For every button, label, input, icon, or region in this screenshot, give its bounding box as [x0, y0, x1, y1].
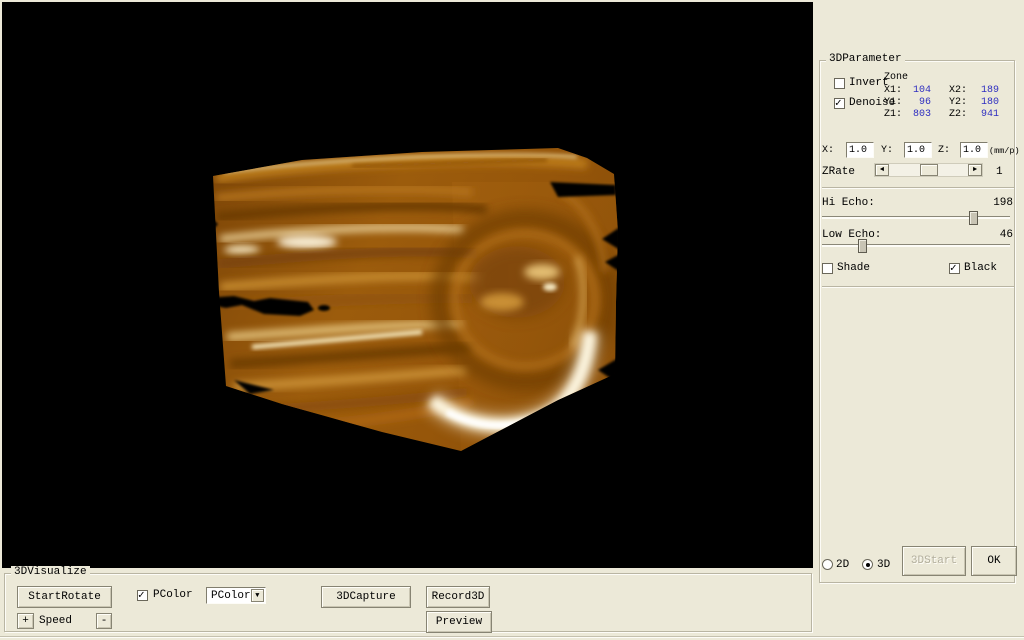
preview-button[interactable]: Preview: [426, 611, 492, 633]
dropdown-arrow-icon[interactable]: ▼: [251, 589, 264, 602]
low-echo-label: Low Echo:: [822, 229, 881, 241]
zrate-left-arrow-icon[interactable]: ◄: [875, 164, 889, 176]
3d-viewport[interactable]: [2, 2, 813, 568]
ultrasound-volume-render: [2, 2, 813, 568]
black-label: Black: [964, 262, 997, 274]
zone-x2-value: 189: [972, 85, 999, 96]
record3d-button[interactable]: Record3D: [426, 586, 490, 608]
zone-x1-value: 104: [905, 85, 931, 96]
pcolor-label: PColor: [153, 589, 193, 601]
mode-2d-radio[interactable]: [822, 559, 833, 570]
zrate-label: ZRate: [822, 166, 855, 178]
shade-label: Shade: [837, 262, 870, 274]
3dstart-button[interactable]: 3DStart: [902, 546, 966, 576]
parameter-panel: 3DParameter Invert Denoise Zone X1: 104 …: [813, 0, 1024, 640]
pcolor-dropdown[interactable]: PColor ▼: [206, 587, 266, 604]
zrate-right-arrow-icon[interactable]: ►: [968, 164, 982, 176]
mode-3d-radio[interactable]: [862, 559, 873, 570]
hi-echo-label: Hi Echo:: [822, 197, 875, 209]
invert-label: Invert: [849, 77, 889, 89]
zone-y2-value: 180: [972, 97, 999, 108]
zone-z2-label: Z2:: [949, 109, 967, 121]
zone-y2-label: Y2:: [949, 97, 967, 109]
zone-y1-value: 96: [905, 97, 931, 108]
separator: [822, 286, 1014, 288]
3dparameter-groupbox: 3DParameter Invert Denoise Zone X1: 104 …: [819, 60, 1015, 583]
separator: [822, 187, 1014, 189]
low-echo-slider[interactable]: [822, 244, 1010, 247]
speed-plus-button[interactable]: +: [17, 613, 34, 629]
invert-checkbox[interactable]: [834, 78, 845, 89]
low-echo-slider-thumb[interactable]: [858, 239, 867, 253]
scale-y-label: Y:: [881, 145, 893, 157]
pcolor-dropdown-value: PColor: [207, 590, 251, 602]
hi-echo-value: 198: [980, 197, 1013, 209]
ok-button[interactable]: OK: [971, 546, 1017, 576]
scale-z-label: Z:: [938, 145, 950, 157]
scale-z-input[interactable]: [960, 142, 988, 158]
black-checkbox[interactable]: [949, 263, 960, 274]
hi-echo-slider[interactable]: [822, 216, 1010, 219]
scale-unit-label: (mm/p): [989, 145, 1020, 157]
zone-z1-value: 803: [905, 109, 931, 120]
3dcapture-button[interactable]: 3DCapture: [321, 586, 411, 608]
scale-x-input[interactable]: [846, 142, 874, 158]
zrate-thumb[interactable]: [920, 164, 938, 176]
mode-2d-label: 2D: [836, 559, 849, 571]
visualize-panel: 3DVisualize StartRotate + Speed - PColor…: [0, 568, 813, 640]
low-echo-value: 46: [980, 229, 1013, 241]
speed-minus-button[interactable]: -: [96, 613, 112, 629]
pcolor-checkbox[interactable]: [137, 590, 148, 601]
zone-z1-label: Z1:: [884, 109, 902, 121]
scale-y-input[interactable]: [904, 142, 932, 158]
zone-x2-label: X2:: [949, 85, 967, 97]
groupbox-title: 3DParameter: [826, 53, 905, 65]
3dvisualize-groupbox: 3DVisualize StartRotate + Speed - PColor…: [4, 573, 812, 632]
scale-x-label: X:: [822, 145, 834, 157]
zrate-value: 1: [996, 166, 1003, 178]
zrate-scrollbar[interactable]: ◄ ►: [874, 163, 983, 177]
denoise-checkbox[interactable]: [834, 98, 845, 109]
groupbox-title: 3DVisualize: [11, 566, 90, 578]
shade-checkbox[interactable]: [822, 263, 833, 274]
hi-echo-slider-thumb[interactable]: [969, 211, 978, 225]
mode-3d-label: 3D: [877, 559, 890, 571]
speed-label: Speed: [39, 615, 72, 627]
window-bottom-edge: [0, 636, 1024, 638]
zone-title: Zone: [884, 72, 908, 84]
zone-x1-label: X1:: [884, 85, 902, 97]
zone-z2-value: 941: [972, 109, 999, 120]
start-rotate-button[interactable]: StartRotate: [17, 586, 112, 608]
zone-y1-label: Y1:: [884, 97, 902, 109]
